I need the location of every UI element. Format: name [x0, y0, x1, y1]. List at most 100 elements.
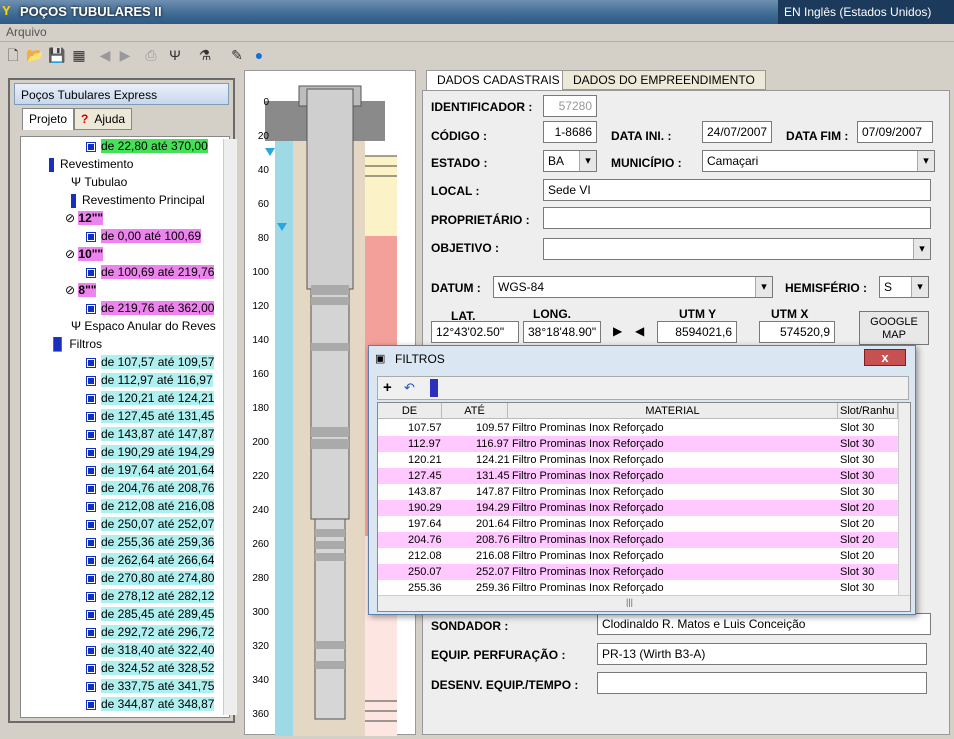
tree-item-label: Revestimento Principal	[82, 193, 205, 207]
desenv-field[interactable]	[597, 672, 927, 694]
tab-ajuda[interactable]: ? Ajuda	[74, 108, 133, 130]
tree-item[interactable]: de 318,40 até 322,40	[86, 641, 215, 659]
table-row[interactable]: 190.29 194.29 Filtro Prominas Inox Reforça…	[378, 500, 898, 516]
tree-item[interactable]: ⊘ 10""	[65, 245, 104, 263]
grid-vscrollbar[interactable]	[898, 403, 910, 595]
table-row[interactable]: 204.76 208.76 Filtro Prominas Inox Reforça…	[378, 532, 898, 548]
proprietario-field[interactable]	[543, 207, 931, 229]
table-row[interactable]: 197.64 201.64 Filtro Prominas Inox Reforça…	[378, 516, 898, 532]
dialog-close-button[interactable]: x	[864, 349, 906, 366]
tree-item[interactable]: de 107,57 até 109,57	[86, 353, 215, 371]
hemisferio-select[interactable]: S	[879, 276, 929, 298]
tree-item[interactable]: de 255,36 até 259,36	[86, 533, 215, 551]
codigo-field[interactable]: 1-8686	[543, 121, 597, 143]
tree-item[interactable]: de 197,64 até 201,64	[86, 461, 215, 479]
data-fim-field[interactable]: 07/09/2007	[857, 121, 933, 143]
tools-icon[interactable]: Ψ	[166, 46, 184, 64]
google-map-button[interactable]: GOOGLE MAP	[859, 311, 929, 345]
long-field[interactable]: 38°18'48.90"	[523, 321, 601, 343]
tree-item[interactable]: de 262,64 até 266,64	[86, 551, 215, 569]
tree-item[interactable]: de 344,87 até 348,87	[86, 695, 215, 713]
convert-left-icon[interactable]: ◀	[635, 324, 644, 338]
utmx-field[interactable]: 574520,9	[759, 321, 835, 343]
language-indicator[interactable]: EN Inglês (Estados Unidos)	[778, 0, 954, 24]
utmy-field[interactable]: 8594021,6	[657, 321, 737, 343]
tree-item[interactable]: de 270,80 até 274,80	[86, 569, 215, 587]
tree-item[interactable]: de 278,12 até 282,12	[86, 587, 215, 605]
add-icon[interactable]: +	[383, 379, 392, 396]
cell-ate: 124.21	[476, 454, 510, 466]
open-folder-icon[interactable]: 📂	[26, 46, 44, 64]
tree-item[interactable]: de 250,07 até 252,07	[86, 515, 215, 533]
tree-item[interactable]: Ψ Espaco Anular do Reves	[71, 317, 216, 335]
tree-item-label: de 262,64 até 266,64	[101, 553, 215, 567]
back-icon[interactable]: ◀	[96, 46, 114, 64]
tree-item[interactable]: de 120,21 até 124,21	[86, 389, 215, 407]
datum-select[interactable]: WGS-84	[493, 276, 773, 298]
col-slot[interactable]: Slot/Ranhu	[838, 403, 898, 419]
tree-item[interactable]: de 143,87 até 147,87	[86, 425, 215, 443]
tree-item[interactable]: de 219,76 até 362,00	[86, 299, 215, 317]
node-dot-icon	[86, 537, 96, 548]
tree-item-label: de 270,80 até 274,80	[101, 571, 215, 585]
table-row[interactable]: 212.08 216.08 Filtro Prominas Inox Reforça…	[378, 548, 898, 564]
globe-icon[interactable]: ●	[250, 46, 268, 64]
tree-item[interactable]: de 127,45 até 131,45	[86, 407, 215, 425]
forward-icon[interactable]: ▶	[116, 46, 134, 64]
table-row[interactable]: 107.57 109.57 Filtro Prominas Inox Reforça…	[378, 420, 898, 436]
data-ini-field[interactable]: 24/07/2007	[702, 121, 772, 143]
col-de[interactable]: DE	[378, 403, 442, 419]
table-row[interactable]: 250.07 252.07 Filtro Prominas Inox Reforça…	[378, 564, 898, 580]
lat-field[interactable]: 12°43'02.50"	[431, 321, 519, 343]
tree-item[interactable]: Revestimento	[49, 155, 133, 173]
save-icon[interactable]: 💾	[48, 46, 66, 64]
tab-projeto[interactable]: Projeto	[22, 108, 75, 130]
tab-dados-empreendimento[interactable]: DADOS DO EMPREENDIMENTO	[562, 70, 766, 90]
municipio-select[interactable]: Camaçari	[702, 150, 935, 172]
tree-item-label: de 337,75 até 341,75	[101, 679, 215, 693]
col-ate[interactable]: ATÉ	[442, 403, 508, 419]
paint-icon[interactable]: ✎	[228, 46, 246, 64]
tree-item[interactable]: ⊘ 8""	[65, 281, 97, 299]
flask-icon[interactable]: ⚗	[196, 46, 214, 64]
table-row[interactable]: 255.36 259.36 Filtro Prominas Inox Reforça…	[378, 580, 898, 596]
tree-item[interactable]: de 100,69 até 219,76	[86, 263, 215, 281]
panel-title: Poços Tubulares Express	[14, 83, 229, 105]
equip-field[interactable]: PR-13 (Wirth B3-A)	[597, 643, 927, 665]
tree-item[interactable]: de 212,08 até 216,08	[86, 497, 215, 515]
properties-icon[interactable]: ▦	[70, 46, 88, 64]
sondador-field[interactable]: Clodinaldo R. Matos e Luis Conceição	[597, 613, 931, 635]
identificador-field[interactable]: 57280	[543, 95, 597, 117]
undo-icon[interactable]: ↶	[404, 380, 415, 396]
tree-item[interactable]: de 0,00 até 100,69	[86, 227, 202, 245]
table-row[interactable]: 143.87 147.87 Filtro Prominas Inox Reforça…	[378, 484, 898, 500]
convert-right-icon[interactable]: ▶	[613, 324, 622, 338]
table-row[interactable]: 127.45 131.45 Filtro Prominas Inox Reforça…	[378, 468, 898, 484]
tree-item[interactable]: de 190,29 até 194,29	[86, 443, 215, 461]
col-material[interactable]: MATERIAL	[508, 403, 838, 419]
tree-item[interactable]: de 204,76 até 208,76	[86, 479, 215, 497]
tree-item[interactable]: de 285,45 até 289,45	[86, 605, 215, 623]
estado-select[interactable]: BA	[543, 150, 597, 172]
tree-item[interactable]: ⊘ 12""	[65, 209, 104, 227]
new-file-icon[interactable]: 🗋	[4, 46, 22, 64]
local-field[interactable]: Sede VI	[543, 179, 931, 201]
tree-item[interactable]: de 292,72 até 296,72	[86, 623, 215, 641]
tree-item[interactable]: Ψ Tubulao	[71, 173, 127, 191]
tree-item[interactable]: de 112,97 até 116,97	[86, 371, 213, 389]
menu-arquivo[interactable]: Arquivo	[6, 25, 47, 39]
tree-item[interactable]: de 337,75 até 341,75	[86, 677, 215, 695]
grid-hscrollbar[interactable]: |||	[378, 595, 910, 611]
print-icon[interactable]: ⎙	[142, 46, 160, 64]
table-row[interactable]: 112.97 116.97 Filtro Prominas Inox Reforça…	[378, 436, 898, 452]
tree-item[interactable]: de 324,52 até 328,52	[86, 659, 215, 677]
objetivo-select[interactable]	[543, 238, 931, 260]
tree-item[interactable]: de 22,80 até 370,00	[86, 137, 208, 155]
tree-scrollbar[interactable]	[223, 139, 237, 715]
tree-item[interactable]: ▐▌ Filtros	[49, 335, 102, 353]
tab-dados-cadastrais[interactable]: DADOS CADASTRAIS	[426, 70, 571, 90]
cell-ate: 116.97	[476, 438, 509, 450]
tree-item[interactable]: Revestimento Principal	[71, 191, 205, 209]
filter-column-icon[interactable]	[430, 379, 438, 397]
table-row[interactable]: 120.21 124.21 Filtro Prominas Inox Reforça…	[378, 452, 898, 468]
